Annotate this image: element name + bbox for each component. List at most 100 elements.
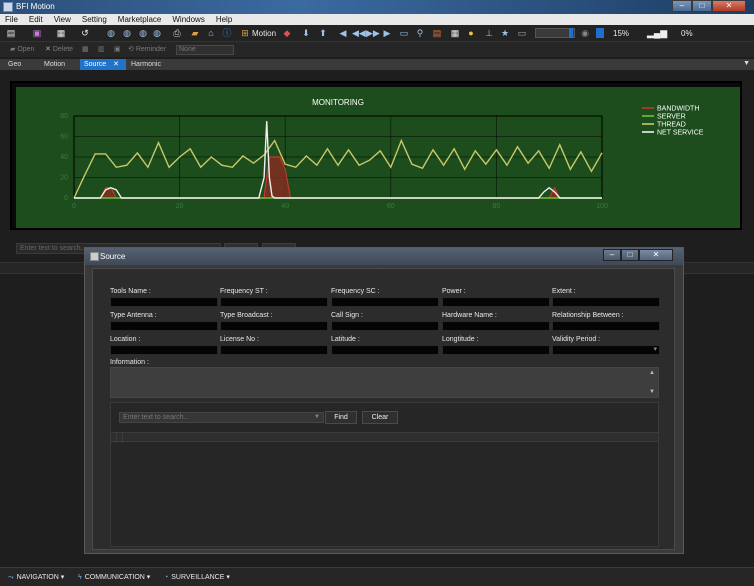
menu-help[interactable]: Help <box>211 14 238 25</box>
menu-setting[interactable]: Setting <box>77 14 113 25</box>
new-document-icon[interactable]: ▤ <box>6 28 16 38</box>
frequency-sc-field[interactable] <box>331 297 439 307</box>
tab-overflow-icon[interactable]: ▼ <box>743 60 750 67</box>
dialog-minimize-button[interactable]: – <box>603 249 621 261</box>
folder-icon[interactable]: ▰ <box>190 28 200 38</box>
tab-close-icon[interactable]: ✕ <box>113 61 119 68</box>
title-bar: BFI Motion – □ ✕ <box>0 0 754 14</box>
relationship-between-label: Relationship Between : <box>552 312 624 319</box>
eraser-icon[interactable]: ◆ <box>282 28 292 38</box>
latitude-field[interactable] <box>331 345 439 355</box>
columns-icon[interactable]: ▥ <box>98 45 105 53</box>
information-textarea[interactable]: ▲ ▼ <box>110 367 659 398</box>
source-dialog-title: Source <box>100 252 126 261</box>
open-button[interactable]: ▰ Open <box>10 45 34 53</box>
type-broadcast-field[interactable] <box>220 321 328 331</box>
globe-settings-icon[interactable]: ◍ <box>138 28 148 38</box>
type-antenna-field[interactable] <box>110 321 218 331</box>
source-form: Tools Name : Frequency ST : Frequency SC… <box>92 268 675 550</box>
undo-icon[interactable]: ↺ <box>80 28 90 38</box>
close-button[interactable]: ✕ <box>712 0 746 12</box>
calculator-icon[interactable]: ▦ <box>450 28 460 38</box>
series-thread <box>73 138 603 199</box>
extent-field[interactable] <box>552 297 660 307</box>
window-icon[interactable]: ▣ <box>32 28 42 38</box>
reminder-button[interactable]: ⟲ Reminder <box>128 45 166 53</box>
source-dialog-titlebar[interactable]: Source – □ ✕ <box>85 248 683 265</box>
next-icon[interactable]: ▶ <box>382 28 392 38</box>
tab-geo[interactable]: Geo <box>4 59 25 70</box>
scroll-down-icon[interactable]: ▼ <box>649 389 655 395</box>
communication-icon: ϟ <box>78 574 82 581</box>
star-icon[interactable]: ★ <box>500 28 510 38</box>
dialog-maximize-button[interactable]: □ <box>621 249 639 261</box>
legend-label: SERVER <box>657 114 686 121</box>
source-icon <box>90 252 99 261</box>
power-field[interactable] <box>442 297 550 307</box>
menu-bar: File Edit View Setting Marketplace Windo… <box>0 14 754 25</box>
bulb-icon[interactable]: ● <box>466 28 476 38</box>
search-input[interactable]: Enter text to search... ▼ <box>119 412 324 423</box>
longitude-field[interactable] <box>442 345 550 355</box>
home-icon[interactable]: ⌂ <box>206 28 216 38</box>
globe-search-icon[interactable]: ◍ <box>122 28 132 38</box>
y-tick-label: 20 <box>60 175 68 182</box>
menu-windows[interactable]: Windows <box>167 14 210 25</box>
app-icon <box>3 2 13 12</box>
delete-button[interactable]: ✕ Delete <box>45 45 73 53</box>
prev-icon[interactable]: ◀ <box>338 28 348 38</box>
communication-menu[interactable]: ϟ COMMUNICATION ▾ <box>78 573 150 581</box>
document-icon[interactable]: ▦ <box>56 28 66 38</box>
globe-layer-icon[interactable]: ◍ <box>152 28 162 38</box>
tab-source[interactable]: Source ✕ <box>80 59 126 70</box>
chip-icon[interactable]: ▣ <box>114 45 121 53</box>
legend-label: BANDWIDTH <box>657 106 699 113</box>
extent-label: Extent : <box>552 288 576 295</box>
report-icon[interactable]: ▤ <box>432 28 442 38</box>
frequency-st-field[interactable] <box>220 297 328 307</box>
hardware-name-field[interactable] <box>442 321 550 331</box>
dialog-close-button[interactable]: ✕ <box>639 249 673 261</box>
tools-name-label: Tools Name : <box>110 288 151 295</box>
motion-label[interactable]: Motion <box>252 29 276 38</box>
maximize-button[interactable]: □ <box>692 0 712 12</box>
print-icon[interactable]: ⎙ <box>172 28 182 38</box>
signal-icon: ▂▄▆ <box>647 28 668 38</box>
network-icon[interactable]: ⊥ <box>484 28 494 38</box>
surveillance-menu[interactable]: ◔ SURVEILLANCE ▾ <box>164 573 230 581</box>
window-controls: – □ ✕ <box>672 0 746 12</box>
location-field[interactable] <box>110 345 218 355</box>
fast-forward-icon[interactable]: ▶▶ <box>366 28 380 38</box>
validity-period-select[interactable] <box>552 345 660 355</box>
clear-button[interactable]: Clear <box>362 411 398 424</box>
zoom-value: 15% <box>613 29 630 38</box>
menu-marketplace[interactable]: Marketplace <box>113 14 168 25</box>
find-button[interactable]: Find <box>325 411 357 424</box>
globe-icon[interactable]: ◍ <box>106 28 116 38</box>
maximize-icon: □ <box>699 1 705 10</box>
tools-name-field[interactable] <box>110 297 218 307</box>
reminder-select[interactable]: None <box>176 45 234 55</box>
screen-icon[interactable]: ▭ <box>399 28 409 38</box>
minimize-button[interactable]: – <box>672 0 692 12</box>
zoom-icon[interactable]: ⚲ <box>415 28 425 38</box>
menu-edit[interactable]: Edit <box>24 14 49 25</box>
menu-view[interactable]: View <box>49 14 77 25</box>
arrow-up-icon[interactable]: ⬆ <box>318 28 328 38</box>
tab-motion[interactable]: Motion <box>40 59 69 70</box>
scroll-up-icon[interactable]: ▲ <box>649 370 655 376</box>
call-sign-field[interactable] <box>331 321 439 331</box>
relationship-between-field[interactable] <box>552 321 660 331</box>
grid-icon[interactable]: ⊞ <box>240 28 250 38</box>
panel-icon[interactable]: ▭ <box>517 28 527 38</box>
menu-file[interactable]: File <box>0 14 24 25</box>
rewind-icon[interactable]: ◀◀ <box>352 28 366 38</box>
info-icon[interactable]: ⓘ <box>222 28 232 38</box>
arrow-down-icon[interactable]: ⬇ <box>301 28 311 38</box>
navigation-menu[interactable]: ⤳ NAVIGATION ▾ <box>8 573 64 582</box>
license-no-field[interactable] <box>220 345 328 355</box>
window-title: BFI Motion <box>16 2 55 11</box>
toggle-panel-icon[interactable]: ▦ <box>82 45 89 53</box>
chevron-down-icon[interactable]: ▼ <box>314 413 320 422</box>
tab-harmonic[interactable]: Harmonic <box>127 59 165 70</box>
